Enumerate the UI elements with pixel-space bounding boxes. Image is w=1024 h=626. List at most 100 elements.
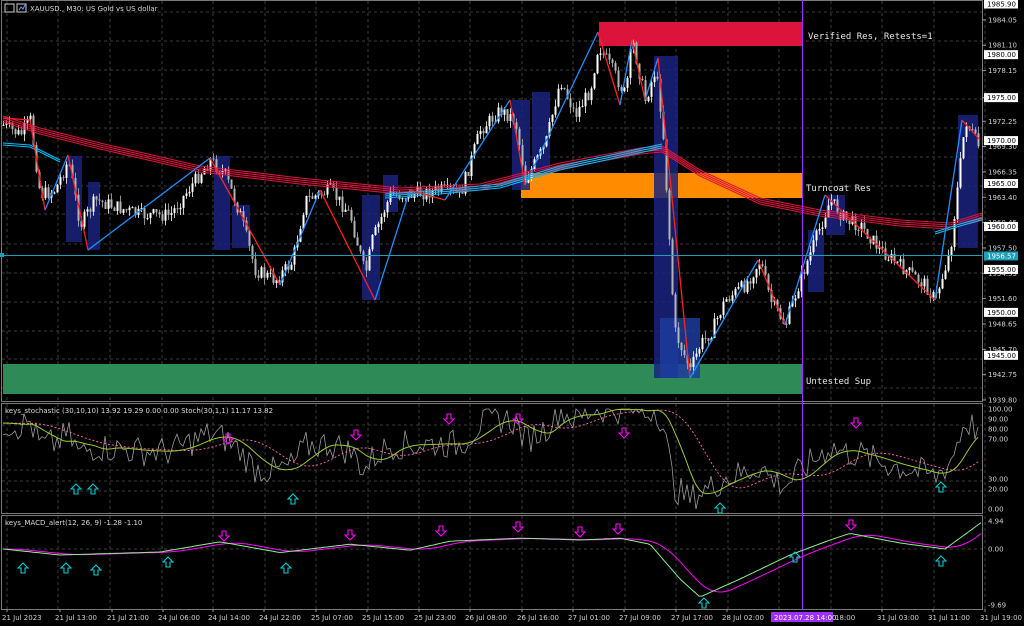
price-tick-label: 1948.65 [988, 320, 1017, 328]
candle-body [944, 270, 947, 279]
turncoat-res-label: Turncoat Res [806, 184, 871, 194]
candle-body [263, 267, 266, 278]
candle-body [143, 208, 146, 219]
candle-body [578, 106, 581, 117]
candle-body [755, 269, 758, 278]
chart-canvas[interactable]: Verified Res, Retests=1 Turncoat Res Unt… [0, 0, 1024, 626]
candle-body [908, 267, 911, 271]
price-label-text: 1985.90 [987, 1, 1016, 9]
candle-body [356, 237, 359, 246]
time-label: 18:00 [835, 614, 855, 622]
candle-body [404, 198, 407, 200]
candle-body [899, 259, 902, 262]
candle-body [704, 337, 707, 339]
macd-tick-label: -9.69 [988, 602, 1006, 610]
candle-body [725, 299, 728, 302]
price-line-handle[interactable] [0, 253, 4, 257]
price-label-text: 1956.57 [987, 252, 1016, 260]
candle-body [338, 196, 341, 200]
untested-sup-label: Untested Sup [806, 377, 871, 387]
candle-body [806, 260, 809, 274]
candle-body [131, 207, 134, 209]
time-label: 25 Jul 15:00 [362, 614, 404, 622]
candle-body [311, 196, 314, 199]
stoch-tick-label: 30.00 [988, 476, 1008, 484]
candle-body [803, 271, 806, 274]
candle-body [182, 195, 185, 208]
candle-body [146, 218, 149, 220]
time-cursor-label: 2023.07.28 14:00 [774, 614, 836, 622]
candle-body [599, 53, 602, 55]
swing-box [362, 195, 380, 300]
candle-body [491, 115, 494, 122]
candle-body [689, 363, 692, 368]
swing-box [66, 156, 82, 242]
candle-body [593, 73, 596, 89]
candle-body [560, 88, 563, 90]
candle-body [761, 264, 764, 266]
candle-body [656, 76, 659, 79]
candle-body [116, 201, 119, 211]
candle-body [896, 261, 899, 263]
price-label-text: 1960.00 [987, 223, 1016, 231]
candle-body [572, 107, 575, 109]
candle-body [857, 230, 860, 232]
candle-body [44, 187, 47, 199]
candle-body [122, 209, 125, 213]
candle-body [17, 130, 20, 135]
candle-body [476, 134, 479, 145]
candle-body [377, 223, 380, 228]
time-label: 27 Jul 17:00 [671, 614, 713, 622]
time-label: 31 Jul 03:00 [877, 614, 919, 622]
stochastic-header: keys_stochastic (30,10,10) 13.92 19.29 0… [5, 407, 273, 415]
verified-resistance-zone [599, 22, 802, 46]
candle-body [917, 274, 920, 283]
candle-body [866, 228, 869, 239]
candle-body [962, 137, 965, 159]
candle-body [437, 186, 440, 192]
stoch-tick-label: 90.00 [988, 416, 1008, 424]
candle-body [965, 126, 968, 138]
time-label: 31 Jul 11:00 [928, 614, 970, 622]
price-tick-label: 1978.15 [988, 67, 1017, 75]
candle-body [923, 278, 926, 287]
candle-body [308, 196, 311, 198]
time-label: 27 Jul 09:00 [619, 614, 661, 622]
candle-body [89, 209, 92, 212]
candle-body [674, 294, 677, 328]
candle-body [581, 106, 584, 108]
candle-body [641, 78, 644, 81]
candle-body [347, 209, 350, 211]
candle-body [740, 281, 743, 287]
candle-body [875, 235, 878, 249]
price-tick-label: 1942.75 [988, 371, 1017, 379]
candle-body [62, 177, 65, 179]
candle-body [647, 96, 650, 102]
candle-body [959, 158, 962, 188]
candle-body [341, 196, 344, 212]
candle-body [260, 267, 263, 278]
candle-body [422, 196, 425, 200]
candle-body [614, 63, 617, 71]
candle-body [863, 222, 866, 229]
price-tick-label: 1984.05 [988, 16, 1017, 24]
candle-body [956, 187, 959, 220]
candle-body [707, 338, 710, 342]
candle-body [95, 196, 98, 200]
candle-body [266, 272, 269, 278]
candle-body [932, 292, 935, 298]
candle-body [941, 278, 944, 289]
candle-body [794, 298, 797, 301]
candle-body [833, 199, 836, 201]
candle-body [950, 247, 953, 256]
candle-body [173, 208, 176, 214]
candle-body [290, 264, 293, 270]
candle-body [569, 98, 572, 108]
candle-body [734, 288, 737, 296]
candle-body [848, 220, 851, 225]
candle-body [191, 183, 194, 192]
time-label: 21 Jul 13:00 [55, 614, 97, 622]
candle-body [617, 70, 620, 88]
price-label-text: 1945.00 [987, 352, 1016, 360]
candle-body [701, 337, 704, 350]
